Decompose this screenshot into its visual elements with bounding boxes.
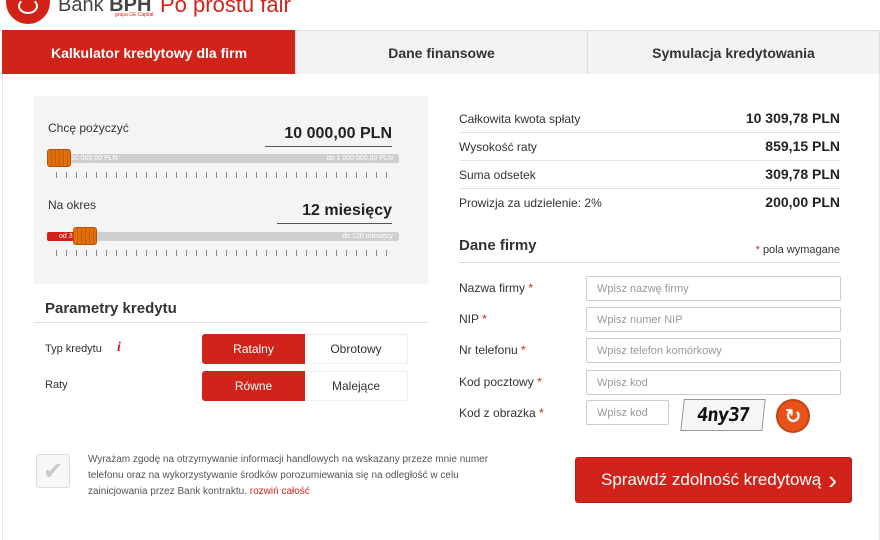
nip-input[interactable] <box>586 307 841 332</box>
period-slider-ticks <box>56 250 392 256</box>
period-max-label: do 120 miesięcy <box>342 233 393 240</box>
loan-type-label: Typ kredytu <box>45 343 102 355</box>
brand-subtitle: grupa GE Capital <box>115 12 154 18</box>
phone-input[interactable] <box>586 338 841 363</box>
captcha-input[interactable] <box>586 400 669 425</box>
rates-rowne-button[interactable]: Równe <box>202 371 305 401</box>
refresh-icon[interactable]: ↻ <box>776 399 810 433</box>
captcha-label: Kod z obrazka * <box>459 406 544 420</box>
phone-label: Nr telefonu * <box>459 343 526 357</box>
check-icon: ✔ <box>42 457 64 485</box>
postal-code-label: Kod pocztowy * <box>459 375 542 389</box>
period-value: 12 miesięcy <box>277 202 392 224</box>
amount-label: Chcę pożyczyć <box>48 121 129 135</box>
period-label: Na okres <box>48 198 97 212</box>
check-credit-capacity-button[interactable]: Sprawdź zdolność kredytową › <box>575 457 852 503</box>
expand-consent-link[interactable]: rozwiń całość <box>250 486 310 497</box>
firm-data-title: Dane firmy <box>459 237 537 254</box>
amount-slider-handle[interactable] <box>47 149 71 167</box>
summary-row-commission: Prowizja za udzielenie: 2% 200,00 PLN <box>459 194 840 210</box>
amount-slider-ticks <box>56 172 392 178</box>
required-note: * pola wymagane <box>755 244 840 256</box>
consent-text: Wyrażam zgodę na otrzymywanie informacji… <box>88 454 489 497</box>
params-title: Parametry kredytu <box>45 300 177 317</box>
tab-bar: Kalkulator kredytowy dla firm Dane finan… <box>2 30 880 74</box>
consent-checkbox[interactable]: ✔ <box>36 454 70 488</box>
period-slider-handle[interactable] <box>73 227 98 245</box>
loan-type-obrotowy-button[interactable]: Obrotowy <box>305 334 408 364</box>
period-slider-track[interactable]: od 3 do 120 miesięcy <box>47 232 399 241</box>
loan-type-ratalny-button[interactable]: Ratalny <box>202 334 305 364</box>
slogan: Po prostu fair <box>160 0 291 17</box>
summary-row-interest: Suma odsetek 309,78 PLN <box>459 161 840 189</box>
amount-max-label: do 1 000 000,00 PLN <box>326 155 393 162</box>
summary-row-total: Całkowita kwota spłaty 10 309,78 PLN <box>459 105 840 133</box>
tab-business-loan-calculator[interactable]: Kalkulator kredytowy dla firm <box>2 30 295 74</box>
amount-min-label: 10 000,00 PLN <box>71 155 118 162</box>
info-icon[interactable]: i <box>117 340 121 356</box>
nip-label: NIP * <box>459 312 487 326</box>
summary-row-installment: Wysokość raty 859,15 PLN <box>459 133 840 161</box>
tab-loan-simulation[interactable]: Symulacja kredytowania <box>587 30 880 74</box>
period-min-label: od 3 <box>59 233 73 240</box>
company-name-input[interactable] <box>586 276 841 301</box>
company-name-label: Nazwa firmy * <box>459 281 534 295</box>
amount-slider-track[interactable]: 10 000,00 PLN do 1 000 000,00 PLN <box>47 154 399 163</box>
params-divider <box>34 322 428 323</box>
captcha-image: 4ny37 <box>680 399 766 431</box>
tab-financial-data[interactable]: Dane finansowe <box>295 30 587 74</box>
bank-logo-icon <box>6 0 50 24</box>
chevron-right-icon: › <box>828 465 837 495</box>
rates-malejace-button[interactable]: Malejące <box>305 371 408 401</box>
rates-label: Raty <box>45 379 68 391</box>
amount-value: 10 000,00 PLN <box>265 125 392 147</box>
firm-divider <box>459 262 840 263</box>
postal-code-input[interactable] <box>586 370 841 395</box>
